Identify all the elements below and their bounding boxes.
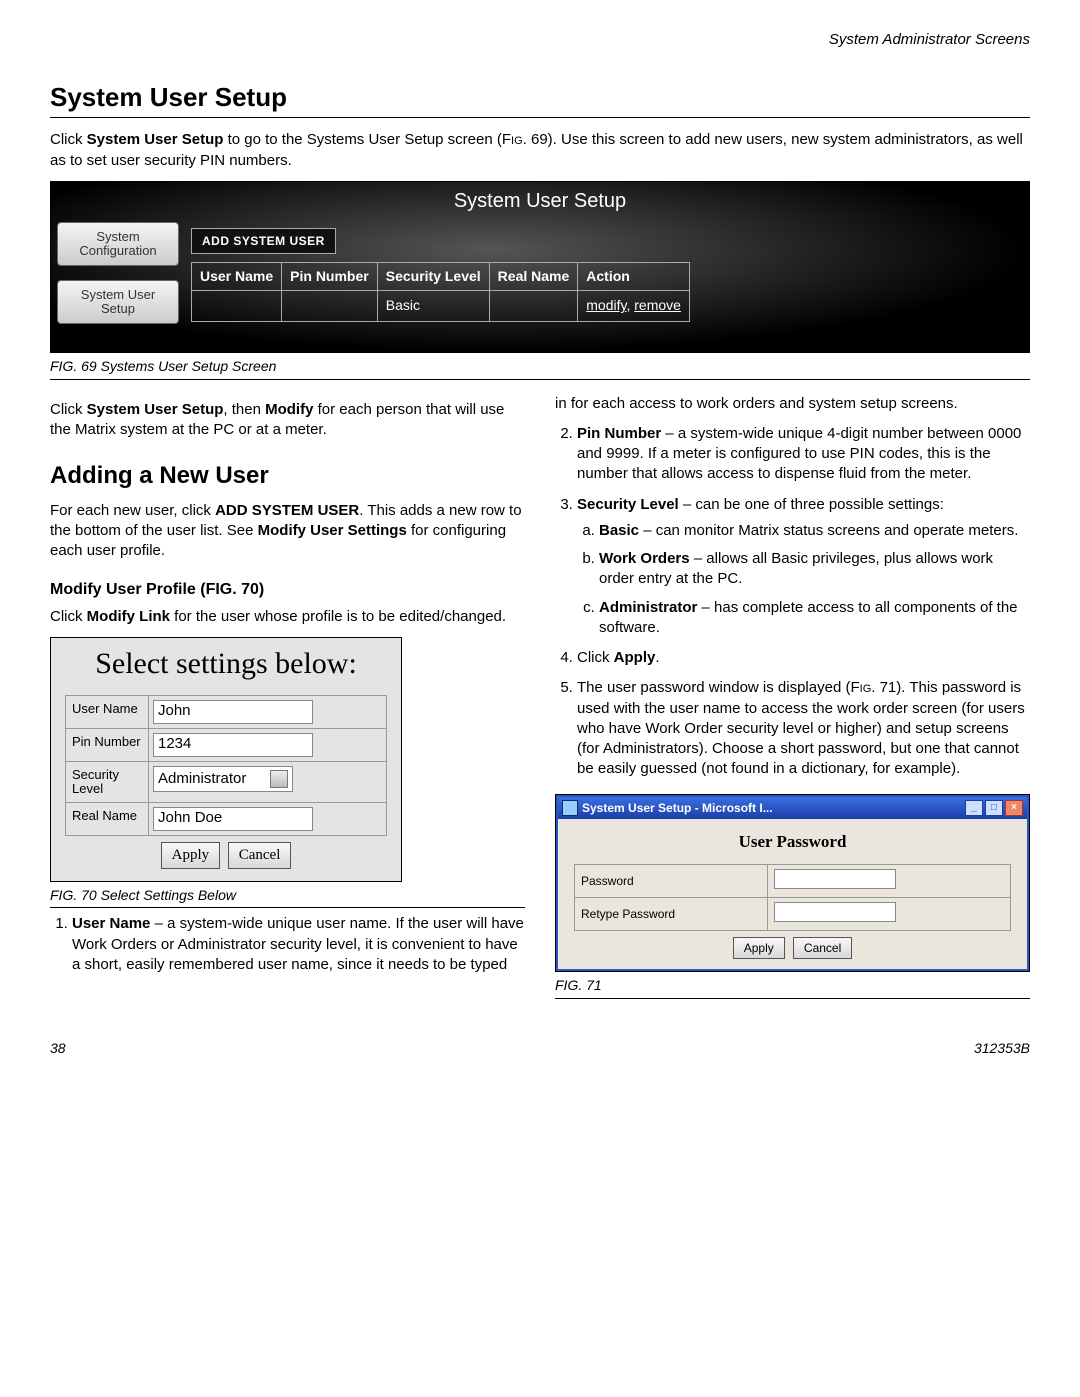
pin-input[interactable]: 1234 xyxy=(153,733,313,757)
label-security: Security Level xyxy=(66,762,148,803)
table-row: Basic modify, remove xyxy=(192,290,690,321)
col-realname: Real Name xyxy=(489,262,578,290)
maximize-icon[interactable]: □ xyxy=(985,800,1003,816)
fig69-caption: FIG. 69 Systems User Setup Screen xyxy=(50,357,1030,380)
fig71-caption: FIG. 71 xyxy=(555,976,1030,999)
left-column: Click System User Setup, then Modify for… xyxy=(50,394,525,1000)
password-input[interactable] xyxy=(774,869,896,889)
fig70-title: Select settings below: xyxy=(51,638,401,695)
figure-69: System User Setup System Configuration S… xyxy=(50,181,1030,353)
list-item: User Name – a system-wide unique user na… xyxy=(72,914,525,975)
fig69-title: System User Setup xyxy=(51,188,1029,215)
col-pin: Pin Number xyxy=(282,262,378,290)
left-p1: Click System User Setup, then Modify for… xyxy=(50,400,525,441)
numbered-list-right: Pin Number – a system-wide unique 4-digi… xyxy=(555,424,1030,780)
label-password: Password xyxy=(575,864,768,897)
col-username: User Name xyxy=(192,262,282,290)
window-title: System User Setup - Microsoft I... xyxy=(582,800,773,816)
add-system-user-button[interactable]: ADD SYSTEM USER xyxy=(191,228,336,254)
table-header-row: User Name Pin Number Security Level Real… xyxy=(192,262,690,290)
minimize-icon[interactable]: _ xyxy=(965,800,983,816)
label-retype-password: Retype Password xyxy=(575,898,768,931)
username-input[interactable]: John xyxy=(153,700,313,724)
label-pin: Pin Number xyxy=(66,729,148,761)
figure-70: Select settings below: User Name John Pi… xyxy=(50,637,402,881)
cancel-button[interactable]: Cancel xyxy=(228,842,292,868)
cell-action: modify, remove xyxy=(578,290,690,321)
numbered-list-left: User Name – a system-wide unique user na… xyxy=(50,914,525,975)
apply-button[interactable]: Apply xyxy=(161,842,221,868)
list-item: Click Apply. xyxy=(577,648,1030,668)
page-title: System User Setup xyxy=(50,80,1030,118)
modify-link[interactable]: modify xyxy=(586,297,626,313)
page-number: 38 xyxy=(50,1039,66,1058)
left-p3: Click Modify Link for the user whose pro… xyxy=(50,607,525,627)
remove-link[interactable]: remove xyxy=(634,297,681,313)
cell-security: Basic xyxy=(377,290,489,321)
fig70-caption: FIG. 70 Select Settings Below xyxy=(50,886,525,909)
list-item: Basic – can monitor Matrix status screen… xyxy=(599,521,1030,541)
left-p2: For each new user, click ADD SYSTEM USER… xyxy=(50,501,525,562)
doc-number: 312353B xyxy=(974,1039,1030,1058)
col-action: Action xyxy=(578,262,690,290)
modify-user-profile-heading: Modify User Profile (FIG. 70) xyxy=(50,579,525,601)
window-titlebar: System User Setup - Microsoft I... _ □ × xyxy=(558,797,1027,819)
retype-password-input[interactable] xyxy=(774,902,896,922)
system-configuration-button[interactable]: System Configuration xyxy=(57,222,179,266)
close-icon[interactable]: × xyxy=(1005,800,1023,816)
page-footer: 38 312353B xyxy=(50,1039,1030,1058)
ie-icon xyxy=(562,800,578,816)
user-password-heading: User Password xyxy=(574,831,1011,854)
list-item: Security Level – can be one of three pos… xyxy=(577,495,1030,639)
label-username: User Name xyxy=(66,696,148,728)
security-level-select[interactable]: Administrator xyxy=(153,766,293,792)
running-header: System Administrator Screens xyxy=(50,30,1030,50)
intro-paragraph: Click System User Setup to go to the Sys… xyxy=(50,130,1030,171)
list-item: Pin Number – a system-wide unique 4-digi… xyxy=(577,424,1030,485)
figure-71: System User Setup - Microsoft I... _ □ ×… xyxy=(555,794,1030,973)
col-security: Security Level xyxy=(377,262,489,290)
right-column: in for each access to work orders and sy… xyxy=(555,394,1030,1000)
continuation-text: in for each access to work orders and sy… xyxy=(555,394,1030,414)
apply-button[interactable]: Apply xyxy=(733,937,785,959)
sub-list: Basic – can monitor Matrix status screen… xyxy=(577,521,1030,638)
list-item: The user password window is displayed (F… xyxy=(577,678,1030,779)
cancel-button[interactable]: Cancel xyxy=(793,937,852,959)
label-realname: Real Name xyxy=(66,803,148,835)
system-user-setup-button[interactable]: System User Setup xyxy=(57,280,179,324)
list-item: Work Orders – allows all Basic privilege… xyxy=(599,549,1030,590)
users-table: User Name Pin Number Security Level Real… xyxy=(191,262,690,322)
adding-new-user-heading: Adding a New User xyxy=(50,460,525,492)
realname-input[interactable]: John Doe xyxy=(153,807,313,831)
list-item: Administrator – has complete access to a… xyxy=(599,598,1030,639)
